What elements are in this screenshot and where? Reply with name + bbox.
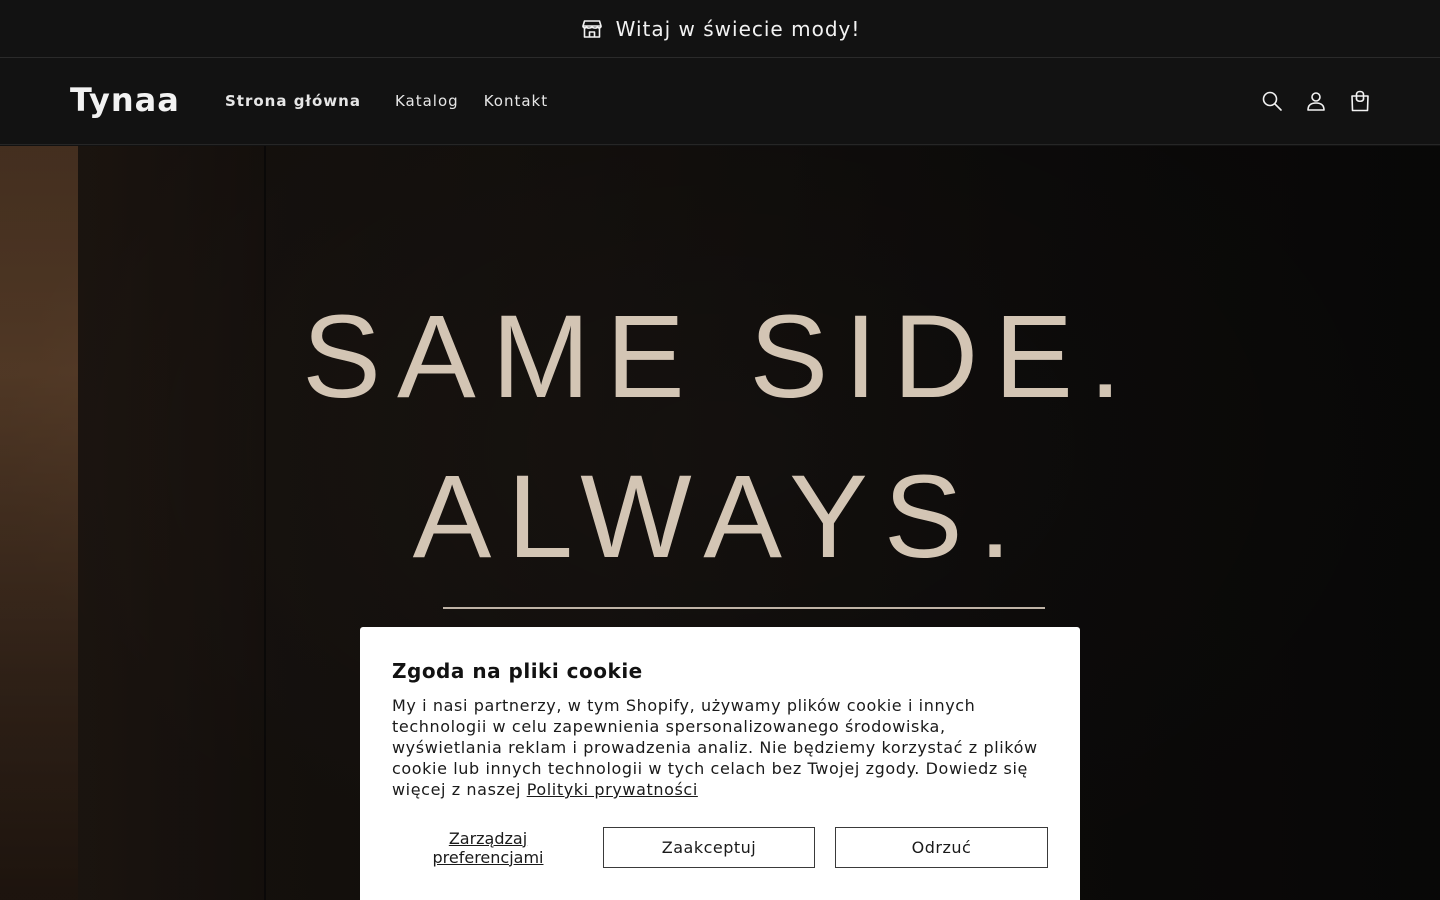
nav-item-home[interactable]: Strona główna [225, 92, 361, 110]
nav-item-catalog[interactable]: Katalog [395, 92, 459, 110]
cart-icon[interactable] [1348, 89, 1372, 113]
announcement-bar: Witaj w świecie mody! [0, 0, 1440, 58]
manage-preferences-link[interactable]: Zarządzaj preferencjami [392, 829, 584, 867]
site-header: Tynaa Strona główna Katalog Kontakt [0, 59, 1440, 145]
reject-button[interactable]: Odrzuć [835, 827, 1048, 868]
privacy-policy-link[interactable]: Polityki prywatności [527, 780, 698, 799]
cookie-consent-dialog: Zgoda na pliki cookie My i nasi partnerz… [360, 627, 1080, 900]
cookie-description: My i nasi partnerzy, w tym Shopify, używ… [392, 695, 1048, 800]
main-nav: Strona główna Katalog Kontakt [225, 92, 548, 110]
site-logo[interactable]: Tynaa [70, 81, 180, 119]
store-icon [580, 17, 604, 41]
cookie-actions: Zarządzaj preferencjami Zaakceptuj Odrzu… [392, 827, 1048, 868]
accept-button[interactable]: Zaakceptuj [603, 827, 815, 868]
cookie-title: Zgoda na pliki cookie [392, 659, 643, 683]
hero-heading-line-2: ALWAYS. [412, 451, 1028, 583]
search-icon[interactable] [1260, 89, 1284, 113]
announcement-text: Witaj w świecie mody! [615, 16, 861, 41]
header-icons [1260, 89, 1372, 113]
hero-heading-line-1: SAME SIDE. [302, 291, 1138, 423]
cookie-body-text: My i nasi partnerzy, w tym Shopify, używ… [392, 696, 1038, 799]
nav-item-contact[interactable]: Kontakt [484, 92, 548, 110]
hero-divider [443, 607, 1045, 609]
account-icon[interactable] [1304, 89, 1328, 113]
